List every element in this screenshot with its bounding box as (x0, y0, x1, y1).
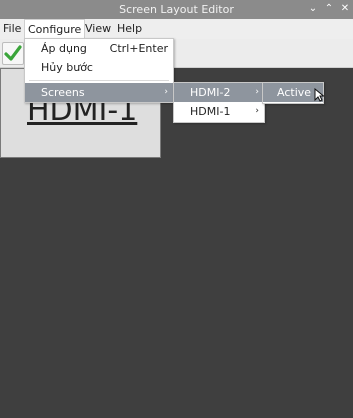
mouse-pointer-icon (314, 88, 324, 102)
minimize-button[interactable]: ⌄ (306, 2, 320, 16)
menu-item-undo[interactable]: Hủy bước (25, 58, 173, 77)
close-icon: ✕ (340, 3, 350, 14)
menu-help[interactable]: Help (114, 19, 145, 39)
chevron-right-icon: › (164, 87, 168, 97)
menu-file[interactable]: File (0, 19, 24, 39)
menu-bar: File Configure View Help (0, 19, 353, 39)
menu-item-apply[interactable]: Áp dụng Ctrl+Enter (25, 39, 173, 58)
undo-label: Hủy bước (41, 61, 93, 74)
active-label: Active (277, 86, 312, 99)
check-icon (4, 45, 22, 61)
menu-item-hdmi-2[interactable]: HDMI-2 › (174, 83, 264, 102)
chevron-down-icon: ⌄ (308, 3, 318, 14)
window-title: Screen Layout Editor (119, 3, 234, 16)
menu-item-screens[interactable]: Screens › (25, 83, 173, 102)
screens-label: Screens (41, 86, 85, 99)
configure-dropdown: Áp dụng Ctrl+Enter Hủy bước Screens › (24, 38, 174, 103)
menu-separator (29, 80, 169, 81)
chevron-up-icon: ⌃ (324, 3, 334, 14)
menu-item-hdmi-1[interactable]: HDMI-1 › (174, 102, 264, 121)
menu-view[interactable]: View (82, 19, 114, 39)
close-button[interactable]: ✕ (338, 2, 352, 16)
apply-label: Áp dụng (41, 42, 87, 55)
screens-submenu: HDMI-2 › HDMI-1 › (173, 82, 265, 123)
chevron-right-icon: › (255, 106, 259, 116)
hdmi-1-label: HDMI-1 (190, 105, 231, 118)
menu-configure[interactable]: Configure (24, 19, 86, 39)
maximize-button[interactable]: ⌃ (322, 2, 336, 16)
chevron-right-icon: › (255, 87, 259, 97)
apply-button[interactable] (2, 42, 24, 65)
hdmi-2-label: HDMI-2 (190, 86, 231, 99)
apply-shortcut: Ctrl+Enter (109, 42, 168, 55)
title-bar: Screen Layout Editor ⌄ ⌃ ✕ (0, 0, 353, 19)
